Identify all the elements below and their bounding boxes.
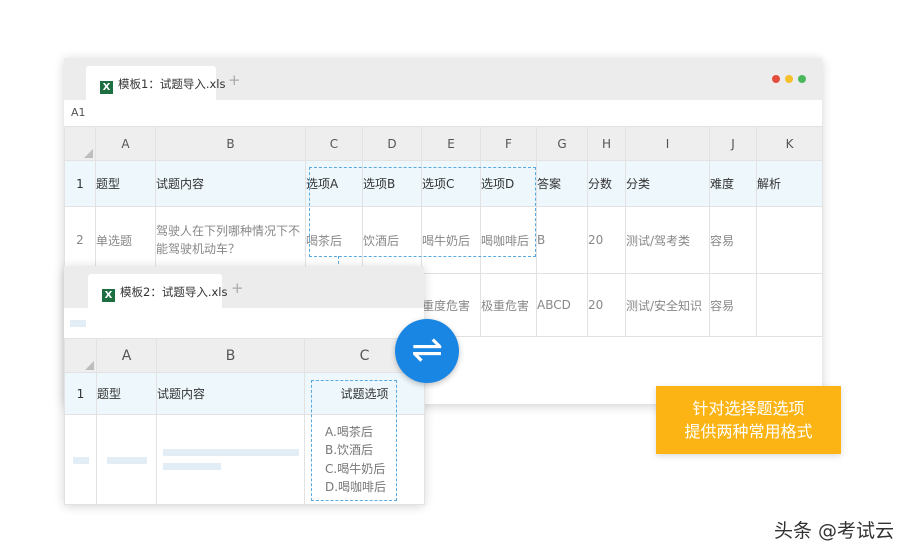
template1-tabbar: X 模板1：试题导入.xls + bbox=[64, 58, 822, 100]
cell[interactable]: 答案 bbox=[536, 160, 588, 207]
template2-window: X 模板2：试题导入.xls + A B C 1 题型 试题内容 试题选项 A.… bbox=[64, 266, 425, 505]
cell[interactable]: 分数 bbox=[587, 160, 626, 207]
template2-grid: A B C 1 题型 试题内容 试题选项 A.喝茶后 B.饮酒后 C.喝牛奶后 … bbox=[64, 338, 425, 505]
cell[interactable]: 20 bbox=[587, 206, 626, 274]
cell[interactable]: 选项B bbox=[362, 160, 422, 207]
placeholder-bar bbox=[72, 456, 89, 464]
select-all-corner[interactable] bbox=[64, 338, 97, 373]
cell[interactable]: 题型 bbox=[96, 372, 157, 415]
cell[interactable]: 解析 bbox=[756, 160, 823, 207]
cell[interactable]: 选项D bbox=[480, 160, 537, 207]
template2-tab[interactable]: X 模板2：试题导入.xls bbox=[88, 274, 227, 308]
cell[interactable]: 单选题 bbox=[95, 206, 156, 274]
col-header-b[interactable]: B bbox=[156, 338, 305, 373]
maximize-dot-icon[interactable] bbox=[798, 75, 806, 83]
col-header-g[interactable]: G bbox=[536, 126, 588, 161]
col-header-a[interactable]: A bbox=[96, 338, 157, 373]
placeholder-bar bbox=[163, 463, 221, 470]
excel-icon: X bbox=[100, 81, 113, 94]
minimize-dot-icon[interactable] bbox=[785, 75, 793, 83]
callout-line1: 针对选择题选项 bbox=[692, 399, 805, 418]
cell[interactable] bbox=[96, 414, 157, 505]
cell[interactable]: 喝茶后 bbox=[305, 206, 363, 274]
column-header-row: A B C bbox=[64, 338, 425, 373]
placeholder-bar bbox=[163, 449, 299, 456]
feature-callout: 针对选择题选项 提供两种常用格式 bbox=[656, 386, 841, 454]
cell[interactable]: 测试/驾考类 bbox=[625, 206, 710, 274]
cell[interactable]: 题型 bbox=[95, 160, 156, 207]
row-number[interactable]: 2 bbox=[64, 206, 96, 274]
option-line: C.喝牛奶后 bbox=[325, 461, 386, 476]
cell[interactable]: 饮酒后 bbox=[362, 206, 422, 274]
options-cell[interactable]: A.喝茶后 B.饮酒后 C.喝牛奶后 D.喝咖啡后 bbox=[304, 414, 425, 505]
col-header-f[interactable]: F bbox=[480, 126, 537, 161]
placeholder-bar bbox=[106, 456, 147, 464]
template2-tabbar: X 模板2：试题导入.xls + bbox=[64, 266, 424, 308]
table-row: A.喝茶后 B.饮酒后 C.喝牛奶后 D.喝咖啡后 bbox=[64, 414, 425, 505]
template2-tab-label: 模板2：试题导入.xls bbox=[120, 285, 228, 299]
cell-reference-label: A1 bbox=[71, 106, 86, 119]
col-header-j[interactable]: J bbox=[709, 126, 757, 161]
col-header-k[interactable]: K bbox=[756, 126, 823, 161]
option-line: A.喝茶后 bbox=[325, 424, 373, 439]
cell[interactable]: 驾驶人在下列哪种情况下不能驾驶机动车？ bbox=[155, 206, 306, 274]
add-tab-icon[interactable]: + bbox=[231, 279, 244, 297]
cell[interactable] bbox=[756, 206, 823, 274]
col-header-b[interactable]: B bbox=[155, 126, 306, 161]
cell[interactable]: 喝咖啡后 bbox=[480, 206, 537, 274]
cell[interactable]: 极重危害 bbox=[480, 273, 537, 337]
column-header-row: A B C D E F G H I J K bbox=[64, 126, 823, 161]
cell[interactable]: B bbox=[536, 206, 588, 274]
col-header-d[interactable]: D bbox=[362, 126, 422, 161]
cell[interactable]: 分类 bbox=[625, 160, 710, 207]
row-number[interactable]: 1 bbox=[64, 372, 97, 415]
template1-tab[interactable]: X 模板1：试题导入.xls bbox=[86, 66, 225, 100]
cell[interactable]: 试题选项 bbox=[304, 372, 425, 415]
cell[interactable] bbox=[756, 273, 823, 337]
placeholder-bar bbox=[70, 320, 86, 327]
row-number[interactable]: 1 bbox=[64, 160, 96, 207]
cell[interactable]: 容易 bbox=[709, 206, 757, 274]
select-all-corner[interactable] bbox=[64, 126, 96, 161]
callout-line2: 提供两种常用格式 bbox=[684, 422, 813, 441]
option-line: B.饮酒后 bbox=[325, 443, 374, 457]
cell[interactable]: 难度 bbox=[709, 160, 757, 207]
window-controls bbox=[767, 75, 806, 83]
template1-tab-label: 模板1：试题导入.xls bbox=[118, 77, 226, 91]
col-header-e[interactable]: E bbox=[421, 126, 481, 161]
cell[interactable]: 试题内容 bbox=[155, 160, 306, 207]
col-header-c[interactable]: C bbox=[305, 126, 363, 161]
swap-arrows-icon: ⇌ bbox=[395, 319, 459, 383]
col-header-a[interactable]: A bbox=[95, 126, 156, 161]
cell[interactable]: 20 bbox=[587, 273, 626, 337]
row-number[interactable] bbox=[64, 414, 97, 505]
watermark: 头条 @考试云 bbox=[773, 520, 894, 542]
cell[interactable]: 测试/安全知识 bbox=[625, 273, 710, 337]
table-row: 1 题型 试题内容 选项A 选项B 选项C 选项D 答案 分数 分类 难度 解析 bbox=[64, 160, 823, 207]
close-dot-icon[interactable] bbox=[772, 75, 780, 83]
option-line: D.喝咖啡后 bbox=[325, 480, 387, 494]
cell[interactable]: 选项C bbox=[421, 160, 481, 207]
excel-icon: X bbox=[102, 289, 115, 302]
namebar-placeholder bbox=[64, 308, 424, 338]
cell[interactable]: 容易 bbox=[709, 273, 757, 337]
cell[interactable]: 试题内容 bbox=[156, 372, 305, 415]
add-tab-icon[interactable]: + bbox=[228, 71, 241, 89]
cell[interactable]: ABCD bbox=[536, 273, 588, 337]
col-header-i[interactable]: I bbox=[625, 126, 710, 161]
cell-reference[interactable]: A1 bbox=[64, 100, 822, 126]
table-row: 1 题型 试题内容 试题选项 bbox=[64, 372, 425, 415]
cell[interactable] bbox=[156, 414, 305, 505]
table-row: 2 单选题 驾驶人在下列哪种情况下不能驾驶机动车？ 喝茶后 饮酒后 喝牛奶后 喝… bbox=[64, 206, 823, 274]
col-header-h[interactable]: H bbox=[587, 126, 626, 161]
cell[interactable]: 选项A bbox=[305, 160, 363, 207]
cell[interactable]: 喝牛奶后 bbox=[421, 206, 481, 274]
